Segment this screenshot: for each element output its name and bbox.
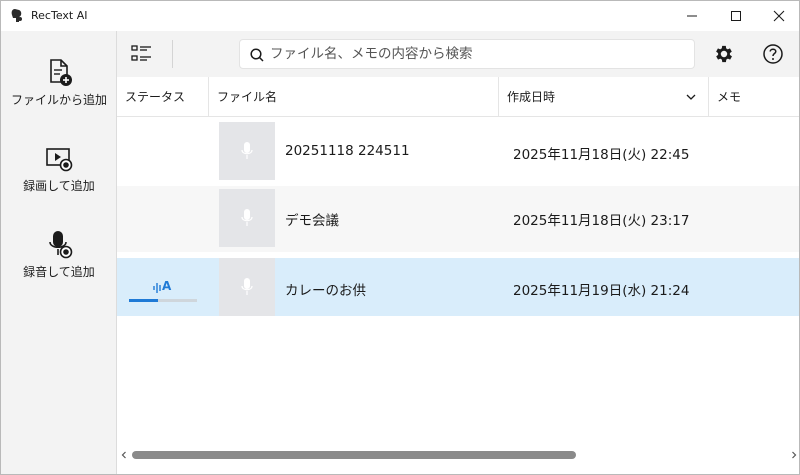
- toolbar-divider: [172, 40, 173, 68]
- app-window: RecText AI ファイルから追加 録画して追加 録音して追加 ファイル名、…: [0, 0, 800, 475]
- mic-record-icon: [49, 231, 73, 259]
- sidebar-item-record-video[interactable]: 録画して追加: [1, 145, 117, 215]
- gear-icon[interactable]: [713, 43, 735, 65]
- sidebar-item-label: ファイルから追加: [10, 93, 107, 107]
- created-date: 2025年11月19日(水) 21:24: [513, 283, 690, 299]
- horizontal-scrollbar[interactable]: [117, 447, 799, 463]
- created-date: 2025年11月18日(火) 23:17: [513, 213, 690, 229]
- column-header-status[interactable]: ステータス: [117, 77, 209, 117]
- search-box[interactable]: [239, 39, 695, 69]
- close-button[interactable]: [756, 1, 799, 31]
- transcribing-status-label: A: [162, 279, 172, 293]
- video-record-icon: [46, 148, 73, 172]
- table-header: ステータス ファイル名 作成日時 メモ: [117, 77, 799, 117]
- bottom-strip: [117, 463, 799, 474]
- chevron-left-icon[interactable]: [119, 450, 129, 460]
- app-logo-icon: [11, 9, 22, 22]
- help-icon[interactable]: [762, 43, 784, 65]
- title-bar[interactable]: RecText AI: [1, 1, 799, 31]
- list-view-icon[interactable]: [131, 44, 153, 64]
- sidebar: ファイルから追加 録画して追加 録音して追加: [1, 31, 117, 474]
- minimize-button[interactable]: [669, 1, 715, 31]
- sidebar-item-label: 録音して追加: [23, 265, 95, 279]
- sidebar-item-add-from-file[interactable]: ファイルから追加: [1, 57, 117, 127]
- microphone-icon: [241, 209, 253, 226]
- column-header-filename[interactable]: ファイル名: [209, 77, 499, 117]
- scrollbar-thumb[interactable]: [132, 451, 576, 459]
- transcription-progress-bar: [129, 299, 197, 302]
- search-icon: [250, 48, 264, 62]
- file-thumbnail: [219, 189, 275, 247]
- file-name: カレーのお供: [285, 283, 366, 299]
- file-thumbnail: [219, 122, 275, 180]
- sidebar-item-record-audio[interactable]: 録音して追加: [1, 229, 117, 299]
- microphone-icon: [241, 278, 253, 295]
- table-row[interactable]: デモ会議 2025年11月18日(火) 23:17: [117, 186, 799, 252]
- sidebar-item-label: 録画して追加: [23, 179, 95, 193]
- close-icon: [773, 10, 785, 22]
- file-name: 20251118 224511: [285, 143, 410, 159]
- table-row[interactable]: 20251118 224511 2025年11月18日(火) 22:45: [117, 119, 799, 185]
- chevron-right-icon[interactable]: [789, 450, 799, 460]
- minimize-icon: [687, 15, 697, 17]
- window-title: RecText AI: [31, 9, 88, 22]
- maximize-button[interactable]: [713, 1, 759, 31]
- maximize-icon: [731, 11, 741, 21]
- toolbar: [117, 31, 799, 77]
- file-add-icon: [50, 59, 72, 86]
- chevron-down-icon: [686, 94, 696, 100]
- progress-fill: [129, 299, 158, 302]
- column-header-created[interactable]: 作成日時: [499, 77, 709, 117]
- created-date: 2025年11月18日(火) 22:45: [513, 147, 690, 163]
- search-input[interactable]: [270, 44, 680, 64]
- file-name: デモ会議: [285, 213, 339, 229]
- file-table: ステータス ファイル名 作成日時 メモ 20251118 224511 2025…: [117, 77, 799, 447]
- microphone-icon: [241, 142, 253, 159]
- column-header-memo[interactable]: メモ: [709, 77, 799, 117]
- file-thumbnail: [219, 258, 275, 316]
- table-row-selected[interactable]: A カレーのお供 2025年11月19日(水) 21:24: [117, 258, 799, 316]
